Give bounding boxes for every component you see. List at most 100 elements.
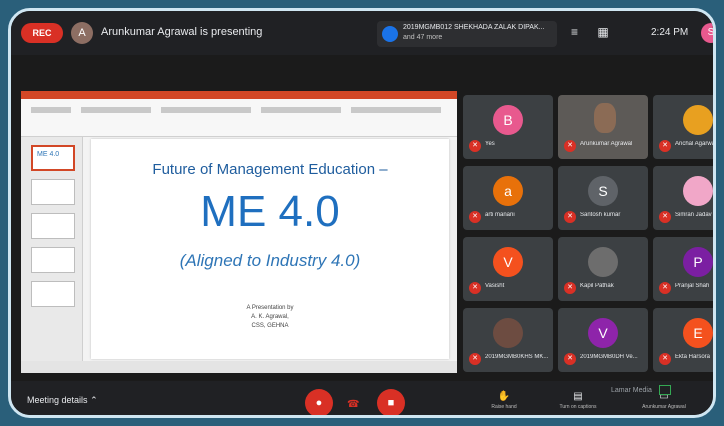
participant-avatar <box>683 105 713 135</box>
participant-avatar: S <box>588 176 618 206</box>
captions-icon: ▤ <box>573 391 583 402</box>
ribbon-group <box>81 107 151 113</box>
meeting-details-label: Meeting details <box>27 395 88 405</box>
shared-screen: ME 4.0 Future of Management Education – … <box>21 91 457 373</box>
mic-muted-icon: ✕ <box>564 211 576 223</box>
camera-off-icon: ■ <box>387 397 395 409</box>
slide-thumb <box>31 213 75 239</box>
participant-name: 2019MGMB0KHS MK... <box>485 354 549 360</box>
mic-muted-icon: ✕ <box>564 353 576 365</box>
byline-line: A Presentation by <box>246 305 294 311</box>
bottom-bar: Meeting details ⌃ ● ☎ ■ ✋ Raise hand ▤ T… <box>11 381 713 415</box>
slide-title: Future of Management Education – <box>152 161 388 178</box>
mic-muted-icon: ✕ <box>469 140 481 152</box>
participants-line2: and 47 more <box>403 34 443 41</box>
captions-button[interactable]: ▤ Turn on captions <box>555 391 601 410</box>
people-icon[interactable]: ≡ <box>571 25 578 39</box>
clock: 2:24 PM <box>651 27 689 38</box>
ppt-ribbon <box>21 99 457 137</box>
participant-name: arti manani <box>485 212 515 218</box>
participants-line1: 2019MGMB012 SHEKHADA ZALAK DIPAK... <box>403 24 545 31</box>
participant-name: 2019MGMB0DH Ve... <box>580 354 638 360</box>
participant-name: Kapil Pathak <box>580 283 614 289</box>
ribbon-group <box>261 107 341 113</box>
participant-avatar: V <box>493 247 523 277</box>
mic-muted-icon: ✕ <box>469 282 481 294</box>
hand-icon: ✋ <box>497 391 511 402</box>
mic-button[interactable]: ● <box>305 389 333 415</box>
participant-tile[interactable]: V ✕ 2019MGMB0DH Ve... <box>558 308 648 372</box>
meeting-window: REC A Arunkumar Agrawal is presenting 20… <box>8 8 716 418</box>
camera-button[interactable]: ■ <box>377 389 405 415</box>
participant-name: Santosh kumar <box>580 212 621 218</box>
participant-avatar: P <box>683 247 713 277</box>
slide-subtitle: (Aligned to Industry 4.0) <box>179 251 361 270</box>
mic-muted-icon: ✕ <box>469 211 481 223</box>
participant-avatar <box>683 176 713 206</box>
slide-thumb <box>31 179 75 205</box>
participant-tile[interactable]: ✕ Simran Jadav <box>653 166 713 230</box>
slide-thumb <box>31 247 75 273</box>
record-badge: REC <box>21 23 63 43</box>
ribbon-group <box>161 107 251 113</box>
layout-icon[interactable]: ▦ <box>597 25 608 39</box>
mic-muted-icon: ✕ <box>659 353 671 365</box>
thumb-text: ME 4.0 <box>37 151 60 158</box>
presenter-avatar: A <box>71 22 93 44</box>
participant-avatar <box>588 247 618 277</box>
participant-tile[interactable]: ✕ 2019MGMB0KHS MK... <box>463 308 553 372</box>
participant-name: Vasisht <box>485 283 505 289</box>
participant-tile[interactable]: E ✕ Ekta Harsora <box>653 308 713 372</box>
ppt-status-bar <box>21 361 457 373</box>
ppt-title-bar <box>21 91 457 99</box>
ribbon-group <box>351 107 441 113</box>
participant-tile[interactable]: ✕ Kapil Pathak <box>558 237 648 301</box>
mic-muted-icon: ✕ <box>659 140 671 152</box>
mic-muted-icon: ✕ <box>564 140 576 152</box>
mic-muted-icon: ✕ <box>469 353 481 365</box>
participant-tile[interactable]: V ✕ Vasisht <box>463 237 553 301</box>
participant-avatar: a <box>493 176 523 206</box>
mic-muted-icon: ✕ <box>659 282 671 294</box>
chevron-up-icon: ⌃ <box>90 395 98 405</box>
raise-hand-label: Raise hand <box>491 404 517 410</box>
participant-name: Pranjal Shah <box>675 283 710 289</box>
mic-muted-icon: ✕ <box>564 282 576 294</box>
participant-tile[interactable]: B ✕ Yes <box>463 95 553 159</box>
brand-logo-icon <box>659 385 671 395</box>
mic-muted-icon: ✕ <box>659 211 671 223</box>
presenter-status: Arunkumar Agrawal is presenting <box>101 26 263 38</box>
ribbon-group <box>31 107 71 113</box>
byline-line: CSS, GEHNA <box>251 323 289 329</box>
participant-tile[interactable]: ✕ Arunkumar Agrawal <box>558 95 648 159</box>
raise-hand-button[interactable]: ✋ Raise hand <box>481 391 527 410</box>
mic-off-icon: ● <box>315 397 323 409</box>
slide-thumbnails: ME 4.0 <box>21 137 83 361</box>
participant-avatar <box>493 318 523 348</box>
participant-avatar: E <box>683 318 713 348</box>
slide-canvas: Future of Management Education – ME 4.0 … <box>91 139 449 359</box>
participant-name: Ekta Harsora <box>675 354 711 360</box>
participant-tile[interactable]: ✕ Anchal Agarwal <box>653 95 716 159</box>
byline-line: A. K. Agrawal, <box>251 314 289 320</box>
participant-avatar: B <box>493 105 523 135</box>
participant-name: Arunkumar Agrawal <box>580 141 633 147</box>
participant-name: Anchal Agarwal <box>675 141 716 147</box>
participant-tile[interactable]: S ✕ Santosh kumar <box>558 166 648 230</box>
participant-video <box>594 103 616 133</box>
participant-name: Yes <box>485 141 495 147</box>
slide-thumb <box>31 281 75 307</box>
hangup-icon[interactable]: ☎ <box>347 399 359 410</box>
captions-label: Turn on captions <box>559 404 597 410</box>
participant-tile[interactable]: P ✕ Pranjal Shah <box>653 237 713 301</box>
participant-avatar: V <box>588 318 618 348</box>
self-avatar[interactable]: S <box>701 23 713 43</box>
meeting-details-button[interactable]: Meeting details ⌃ <box>27 395 98 406</box>
presenting-label: Arunkumar Agrawal <box>642 404 686 410</box>
slide-thumb: ME 4.0 <box>31 145 75 171</box>
participant-tile[interactable]: a ✕ arti manani <box>463 166 553 230</box>
top-bar: REC A Arunkumar Agrawal is presenting 20… <box>11 11 713 55</box>
participants-chip[interactable]: 2019MGMB012 SHEKHADA ZALAK DIPAK... and … <box>377 21 557 47</box>
participant-name: Simran Jadav <box>675 212 712 218</box>
slide-heading: ME 4.0 <box>200 187 340 236</box>
